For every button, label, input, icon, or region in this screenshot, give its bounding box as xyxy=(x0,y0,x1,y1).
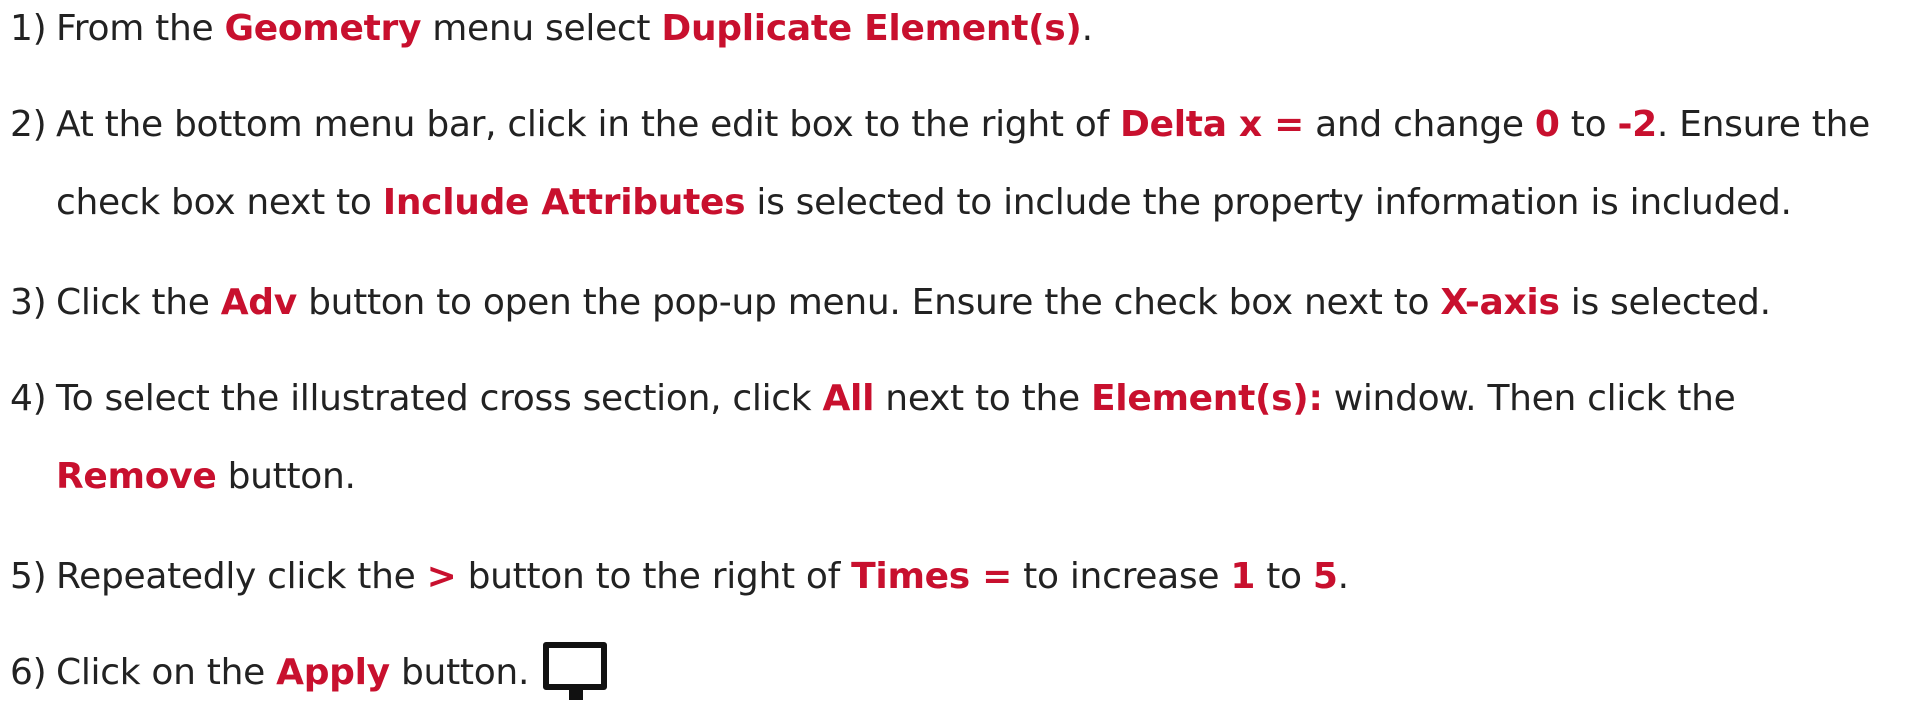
step-line: 4) To select the illustrated cross sectio… xyxy=(10,360,1736,438)
step-text: At the bottom menu bar, click in the edi… xyxy=(56,104,1121,145)
step-1: 1) From the Geometry menu select Duplicat… xyxy=(10,0,1093,68)
button-name-all: All xyxy=(822,378,875,419)
step-text: is selected to include the property info… xyxy=(745,182,1792,223)
step-text: check box next to xyxy=(56,182,383,223)
button-name-remove: Remove xyxy=(56,456,217,497)
step-line: 3) Click the Adv button to open the pop-u… xyxy=(10,264,1771,342)
button-name-adv: Adv xyxy=(220,282,298,323)
step-line: 1) From the Geometry menu select Duplicat… xyxy=(10,0,1093,68)
step-text: To select the illustrated cross section,… xyxy=(56,378,823,419)
monitor-icon xyxy=(543,642,608,700)
step-number: 1) xyxy=(10,8,47,49)
step-line: 2) At the bottom menu bar, click in the e… xyxy=(10,86,1870,164)
button-name-apply: Apply xyxy=(276,652,390,693)
step-number: 3) xyxy=(10,282,47,323)
checkbox-label-include-attributes: Include Attributes xyxy=(382,182,746,223)
value-new: 5 xyxy=(1312,556,1338,597)
step-text: button to open the pop-up menu. Ensure t… xyxy=(296,282,1441,323)
step-text: is selected. xyxy=(1559,282,1771,323)
step-text: . Ensure the xyxy=(1656,104,1870,145)
step-text: button to the right of xyxy=(456,556,852,597)
step-text: menu select xyxy=(421,8,662,49)
step-text: From the xyxy=(56,8,225,49)
step-line: check box next to Include Attributes is … xyxy=(10,164,1870,242)
step-line: 5) Repeatedly click the > button to the r… xyxy=(10,538,1349,616)
monitor-stand xyxy=(569,686,584,700)
step-number: 6) xyxy=(10,652,47,693)
step-line: 6) Click on the Apply button. xyxy=(10,634,608,712)
value-new: -2 xyxy=(1617,104,1657,145)
step-text: to increase xyxy=(1012,556,1231,597)
field-label-times: Times = xyxy=(851,556,1013,597)
step-3: 3) Click the Adv button to open the pop-u… xyxy=(10,264,1771,342)
step-4: 4) To select the illustrated cross sectio… xyxy=(10,360,1736,516)
step-text: window. Then click the xyxy=(1322,378,1736,419)
menu-item-duplicate-elements: Duplicate Element(s) xyxy=(661,8,1082,49)
step-text: button. xyxy=(389,652,530,693)
step-5: 5) Repeatedly click the > button to the r… xyxy=(10,538,1349,616)
field-label-delta-x: Delta x = xyxy=(1120,104,1304,145)
window-name-elements: Element(s): xyxy=(1091,378,1323,419)
step-6: 6) Click on the Apply button. xyxy=(10,634,608,712)
menu-name-geometry: Geometry xyxy=(224,8,422,49)
value-old: 0 xyxy=(1534,104,1560,145)
step-text: and change xyxy=(1303,104,1535,145)
step-line: Remove button. xyxy=(10,438,1735,516)
step-number: 2) xyxy=(10,104,47,145)
step-text: . xyxy=(1337,556,1349,597)
step-number: 5) xyxy=(10,556,47,597)
checkbox-label-x-axis: X-axis xyxy=(1440,282,1560,323)
step-text: next to the xyxy=(874,378,1092,419)
step-text: Click the xyxy=(56,282,221,323)
step-text: button. xyxy=(216,456,356,497)
value-old: 1 xyxy=(1230,556,1256,597)
step-2: 2) At the bottom menu bar, click in the e… xyxy=(10,86,1870,242)
step-text: Repeatedly click the xyxy=(56,556,427,597)
step-number: 4) xyxy=(10,378,47,419)
instruction-list: 1) From the Geometry menu select Duplicat… xyxy=(0,0,1908,700)
step-text: Click on the xyxy=(56,652,277,693)
step-text: to xyxy=(1559,104,1618,145)
step-text: to xyxy=(1255,556,1313,597)
step-text: . xyxy=(1081,8,1093,49)
button-name-increment: > xyxy=(426,556,457,597)
